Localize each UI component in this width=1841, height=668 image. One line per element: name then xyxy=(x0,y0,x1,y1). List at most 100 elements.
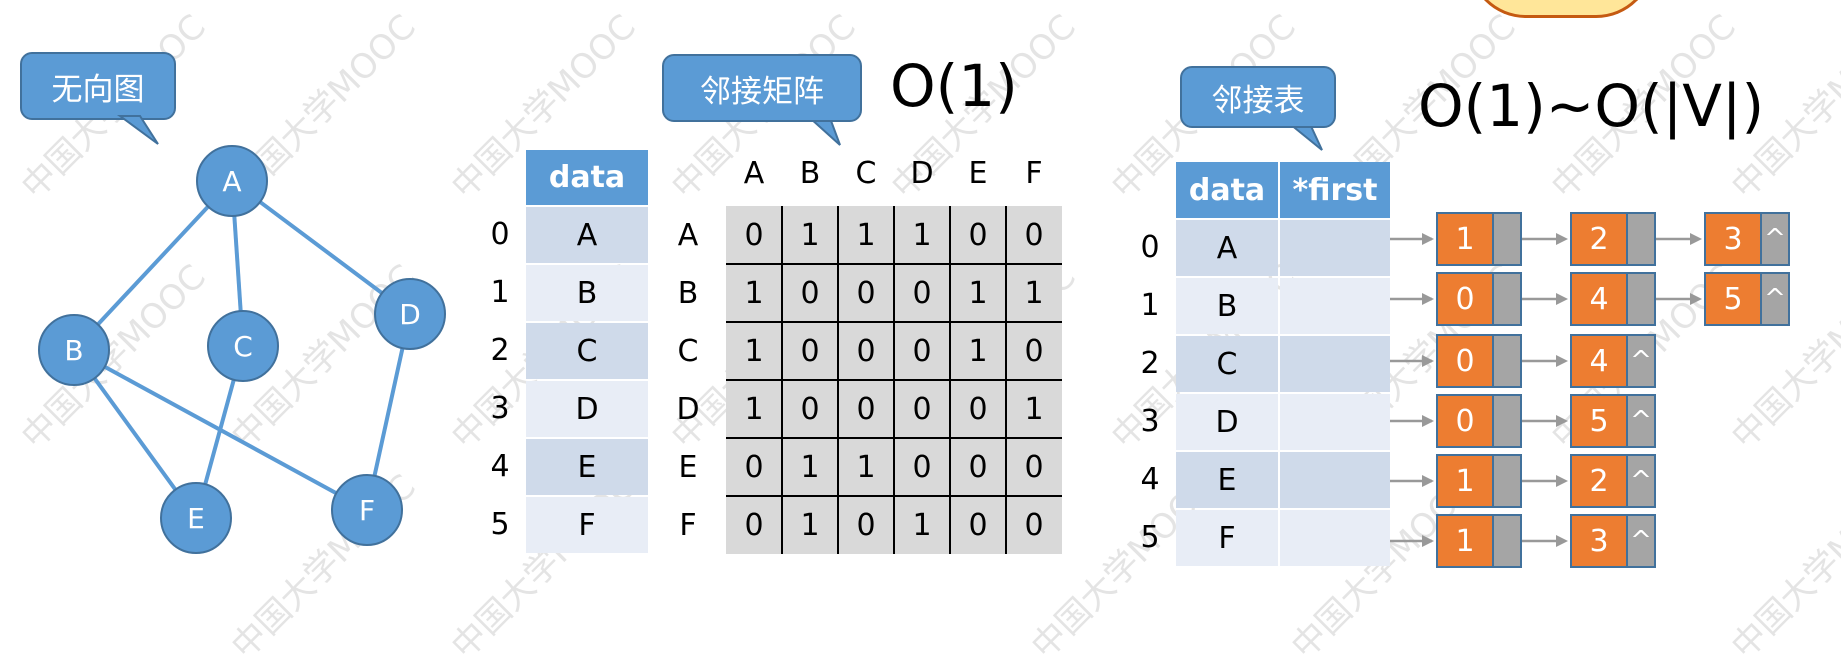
matrix-cell: 1 xyxy=(744,333,764,369)
matrix-cell: 0 xyxy=(912,391,932,427)
list-node-value: 0 xyxy=(1436,394,1494,448)
list-node-pointer xyxy=(1494,212,1522,266)
list-node-value: 4 xyxy=(1570,272,1628,326)
vertex-table-cell: A xyxy=(526,207,648,263)
matrix-grid-line xyxy=(726,495,1062,497)
matrix-cell: 1 xyxy=(800,449,820,485)
list-node: 1 xyxy=(1436,514,1522,568)
list-node-pointer xyxy=(1494,394,1522,448)
list-node-pointer: ^ xyxy=(1762,272,1790,326)
vertex-table-cell: D xyxy=(526,381,648,437)
matrix-cell: 0 xyxy=(912,275,932,311)
matrix-cell: 1 xyxy=(1024,275,1044,311)
arrow-head xyxy=(1556,415,1568,427)
matrix-row-header: F xyxy=(679,507,697,543)
list-node: 0 xyxy=(1436,272,1522,326)
list-node-value: 1 xyxy=(1436,212,1494,266)
list-node-value: 2 xyxy=(1570,454,1628,508)
arrow-head xyxy=(1422,475,1434,487)
matrix-cell: 0 xyxy=(912,449,932,485)
matrix-row-header: E xyxy=(678,449,698,485)
matrix-title-callout: 邻接矩阵 xyxy=(662,54,862,122)
adj-list-index: 2 xyxy=(1140,346,1160,381)
list-node-pointer xyxy=(1494,514,1522,568)
matrix-title: 邻接矩阵 xyxy=(700,73,824,110)
matrix-col-header: B xyxy=(799,155,821,191)
graph-node-label: A xyxy=(222,165,241,198)
adj-list-first-cell xyxy=(1280,220,1390,276)
list-node-pointer xyxy=(1494,272,1522,326)
arrow-head xyxy=(1556,233,1568,245)
list-node-value: 2 xyxy=(1570,212,1628,266)
adj-list-data-cell: D xyxy=(1176,394,1278,450)
adj-list-data-cell: E xyxy=(1176,452,1278,508)
arrow-head xyxy=(1556,355,1568,367)
matrix-cell: 1 xyxy=(1024,391,1044,427)
matrix-cell: 0 xyxy=(856,275,876,311)
matrix-cell: 0 xyxy=(968,217,988,253)
list-node-pointer xyxy=(1494,454,1522,508)
adj-list-first-cell xyxy=(1280,336,1390,392)
vertex-table-cell: C xyxy=(526,323,648,379)
matrix-grid-line xyxy=(893,206,895,554)
list-node: 4 ^ xyxy=(1570,334,1656,388)
adj-list-first-cell xyxy=(1280,394,1390,450)
matrix-cell: 0 xyxy=(912,333,932,369)
matrix-grid-line xyxy=(949,206,951,554)
matrix-row-header: B xyxy=(677,275,699,311)
list-node: 1 xyxy=(1436,212,1522,266)
list-node: 3 ^ xyxy=(1704,212,1790,266)
list-complexity: O(1)~O(|V|) xyxy=(1418,72,1765,140)
matrix-cell: 0 xyxy=(800,275,820,311)
list-node-value: 0 xyxy=(1436,272,1494,326)
vertex-table-index: 4 xyxy=(490,449,510,484)
arrow-head xyxy=(1556,475,1568,487)
matrix-col-header: A xyxy=(743,155,765,191)
list-node-pointer xyxy=(1494,334,1522,388)
graph-node-label: C xyxy=(233,330,253,363)
arrow-head xyxy=(1690,233,1702,245)
callout-tail xyxy=(116,115,159,145)
list-node: 1 xyxy=(1436,454,1522,508)
matrix-cell: 0 xyxy=(1024,507,1044,543)
matrix-col-header: C xyxy=(855,155,877,191)
list-node: 5 ^ xyxy=(1570,394,1656,448)
arrow-head xyxy=(1422,293,1434,305)
matrix-cell: 0 xyxy=(856,333,876,369)
matrix-cell: 1 xyxy=(968,333,988,369)
matrix-cell: 1 xyxy=(744,391,764,427)
matrix-row-header: A xyxy=(677,217,699,253)
matrix-cell: 0 xyxy=(744,217,764,253)
list-node-pointer: ^ xyxy=(1628,514,1656,568)
adj-list-index: 3 xyxy=(1140,404,1160,439)
list-node: 2 ^ xyxy=(1570,454,1656,508)
matrix-complexity: O(1) xyxy=(890,52,1018,120)
adj-list-first-cell xyxy=(1280,510,1390,566)
list-node: 5 ^ xyxy=(1704,272,1790,326)
matrix-row-header: C xyxy=(677,333,699,369)
matrix-grid-line xyxy=(726,437,1062,439)
list-node-value: 0 xyxy=(1436,334,1494,388)
adj-list-data-cell: C xyxy=(1176,336,1278,392)
matrix-cell: 0 xyxy=(968,449,988,485)
list-title: 邻接表 xyxy=(1211,82,1305,119)
list-node-pointer: ^ xyxy=(1628,454,1656,508)
matrix-cell: 0 xyxy=(744,507,764,543)
list-title-callout: 邻接表 xyxy=(1180,66,1336,128)
matrix-cell: 0 xyxy=(744,449,764,485)
vertex-table-index: 3 xyxy=(490,391,510,426)
vertex-table-cell: F xyxy=(526,497,648,553)
graph-node-label: D xyxy=(399,298,421,331)
adj-list-first-cell xyxy=(1280,278,1390,334)
graph-node-label: E xyxy=(187,502,205,535)
matrix-cell: 1 xyxy=(856,449,876,485)
list-node: 3 ^ xyxy=(1570,514,1656,568)
list-node-pointer: ^ xyxy=(1628,394,1656,448)
vertex-table-cell: B xyxy=(526,265,648,321)
adj-list-index: 5 xyxy=(1140,520,1160,555)
matrix-col-header: E xyxy=(968,155,988,191)
list-node: 0 xyxy=(1436,394,1522,448)
matrix-col-header: F xyxy=(1025,155,1043,191)
matrix-cell: 0 xyxy=(968,391,988,427)
matrix-cell: 1 xyxy=(800,217,820,253)
